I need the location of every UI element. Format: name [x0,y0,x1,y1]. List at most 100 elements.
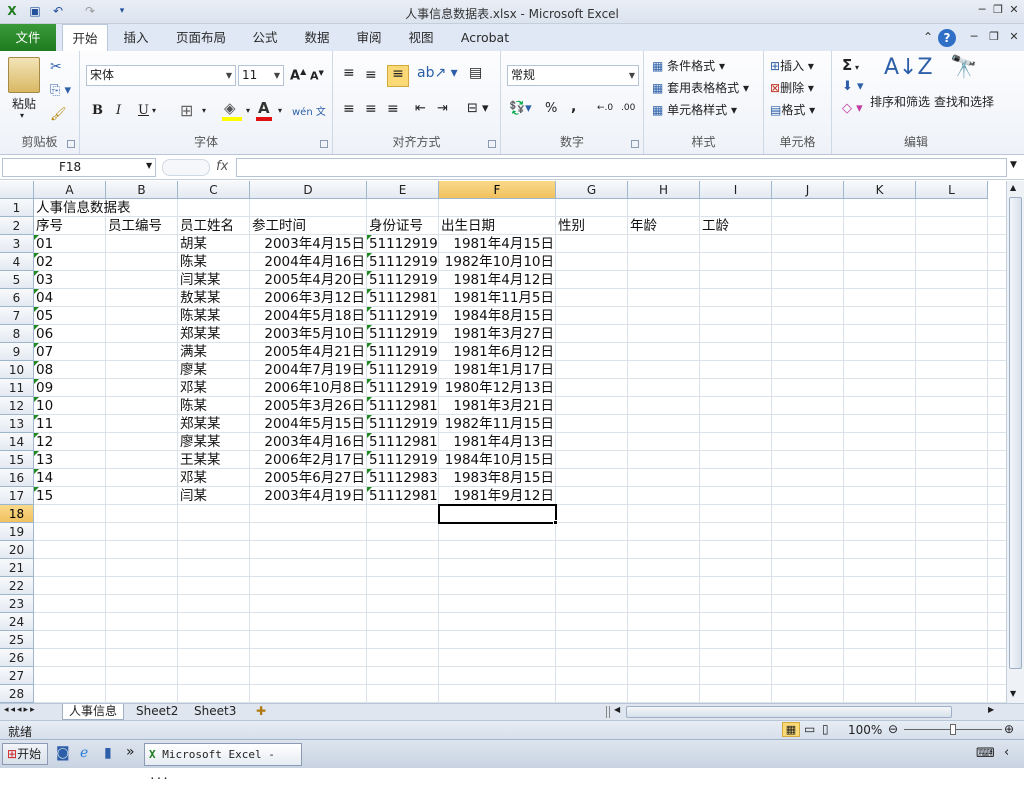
cell-E6[interactable]: 51112981… [367,289,439,307]
page-break-view-icon[interactable]: ▯ [822,722,829,736]
row-header-22[interactable]: 22 [0,577,34,595]
cell-F11[interactable]: 1980年12月13日 [439,379,556,397]
row-header-25[interactable]: 25 [0,631,34,649]
cell-A9[interactable]: 07 [34,343,106,361]
tray-expand-icon[interactable]: ‹ [1004,745,1009,760]
cell-C6[interactable]: 敖某某 [178,289,250,307]
scroll-up-icon[interactable]: ▲ [1010,183,1016,192]
cell-A4[interactable]: 02 [34,253,106,271]
delete-cells-button[interactable]: ⊠删除 ▾ [770,79,814,96]
number-launcher-icon[interactable] [631,140,639,148]
column-header-E[interactable]: E [367,181,439,199]
cell-C16[interactable]: 邓某 [178,469,250,487]
cell-D15[interactable]: 2006年2月17日 [250,451,367,469]
row-header-2[interactable]: 2 [0,217,34,235]
number-format-select[interactable]: 常规 ▼ [507,65,639,86]
cell-E17[interactable]: 51112981… [367,487,439,505]
taskbar-excel-button[interactable]: X Microsoft Excel - ... [144,743,302,782]
cell-E11[interactable]: 51112919… [367,379,439,397]
row-header-21[interactable]: 21 [0,559,34,577]
cell-A1[interactable]: 人事信息数据表 [34,199,254,217]
cell-styles-button[interactable]: ▦ 单元格样式 ▾ [652,101,737,118]
cell-A17[interactable]: 15 [34,487,106,505]
accounting-format-icon[interactable]: 💱▾ [509,101,532,116]
align-left-icon[interactable]: ≡ [343,101,355,117]
cell-D13[interactable]: 2004年5月15日 [250,415,367,433]
percent-style-button[interactable]: % [545,101,557,116]
row-header-8[interactable]: 8 [0,325,34,343]
cell-F4[interactable]: 1982年10月10日 [439,253,556,271]
row-header-24[interactable]: 24 [0,613,34,631]
row-header-17[interactable]: 17 [0,487,34,505]
minimize-ribbon-icon[interactable]: ⌃ [920,30,936,44]
minimize-icon[interactable]: ─ [974,3,990,17]
cell-C11[interactable]: 邓某 [178,379,250,397]
cell-C15[interactable]: 王某某 [178,451,250,469]
row-header-16[interactable]: 16 [0,469,34,487]
phonetic-guide-button[interactable]: wén 文 [292,103,326,118]
cell-E4[interactable]: 51112919… [367,253,439,271]
align-middle-icon[interactable]: ≡ [365,67,377,83]
column-header-G[interactable]: G [556,181,628,199]
cell-A14[interactable]: 12 [34,433,106,451]
cell-G2[interactable]: 性别 [556,217,628,235]
align-right-icon[interactable]: ≡ [387,101,399,117]
cell-A8[interactable]: 06 [34,325,106,343]
start-button[interactable]: ⊞开始 [2,743,48,765]
select-all-corner[interactable] [0,181,34,199]
sheet-tab-2[interactable]: Sheet2 [130,704,184,720]
formula-bar-resize-handle[interactable] [162,159,210,176]
keyboard-tray-icon[interactable]: ⌨ [976,746,995,761]
merge-center-icon[interactable]: ⊟ ▾ [467,101,489,116]
font-size-select[interactable]: 11 ▼ [238,65,284,86]
decrease-indent-icon[interactable]: ⇤ [415,101,426,116]
scroll-right-icon[interactable]: ▶ [988,705,994,714]
tab-page-layout[interactable]: 页面布局 [168,24,234,51]
format-as-table-button[interactable]: ▦ 套用表格格式 ▾ [652,79,749,96]
cell-A7[interactable]: 05 [34,307,106,325]
vertical-scrollbar[interactable]: ▲ ▼ [1006,181,1024,703]
cell-F15[interactable]: 1984年10月15日 [439,451,556,469]
row-header-15[interactable]: 15 [0,451,34,469]
format-painter-icon[interactable]: 🖌 [50,107,67,122]
column-header-H[interactable]: H [628,181,700,199]
expand-formula-bar-icon[interactable]: ▼ [1010,160,1017,170]
clear-icon[interactable]: ◇ ▾ [842,101,863,116]
find-select-icon[interactable]: 🔭 [950,55,977,80]
tab-review[interactable]: 审阅 [350,24,388,51]
row-header-27[interactable]: 27 [0,667,34,685]
row-header-1[interactable]: 1 [0,199,34,217]
cell-A11[interactable]: 09 [34,379,106,397]
paste-button[interactable]: 粘贴 [12,95,36,112]
alignment-launcher-icon[interactable] [488,140,496,148]
cell-F17[interactable]: 1981年9月12日 [439,487,556,505]
cell-F12[interactable]: 1981年3月21日 [439,397,556,415]
column-header-K[interactable]: K [844,181,916,199]
bold-button[interactable]: B [92,103,103,118]
row-header-5[interactable]: 5 [0,271,34,289]
tab-split-handle[interactable] [606,706,610,718]
column-header-C[interactable]: C [178,181,250,199]
orientation-icon[interactable]: ab↗ ▾ [417,65,458,81]
column-header-J[interactable]: J [772,181,844,199]
horizontal-scroll-thumb[interactable] [626,706,952,718]
cut-icon[interactable]: ✂ [50,59,62,75]
cell-E8[interactable]: 51112919… [367,325,439,343]
tab-home[interactable]: 开始 [62,24,108,51]
cell-C2[interactable]: 员工姓名 [178,217,250,235]
fill-icon[interactable]: ⬇ ▾ [842,79,864,94]
row-header-7[interactable]: 7 [0,307,34,325]
cell-D10[interactable]: 2004年7月19日 [250,361,367,379]
row-header-19[interactable]: 19 [0,523,34,541]
show-desktop-icon[interactable]: ◙ [56,745,70,761]
cell-E7[interactable]: 51112919… [367,307,439,325]
row-header-13[interactable]: 13 [0,415,34,433]
name-box[interactable]: F18 [2,158,156,177]
tab-acrobat[interactable]: Acrobat [454,24,516,51]
cell-I2[interactable]: 工龄 [700,217,772,235]
row-header-6[interactable]: 6 [0,289,34,307]
cell-D12[interactable]: 2005年3月26日 [250,397,367,415]
row-header-23[interactable]: 23 [0,595,34,613]
cell-C17[interactable]: 闫某 [178,487,250,505]
internet-explorer-icon[interactable]: ℯ [80,745,88,761]
